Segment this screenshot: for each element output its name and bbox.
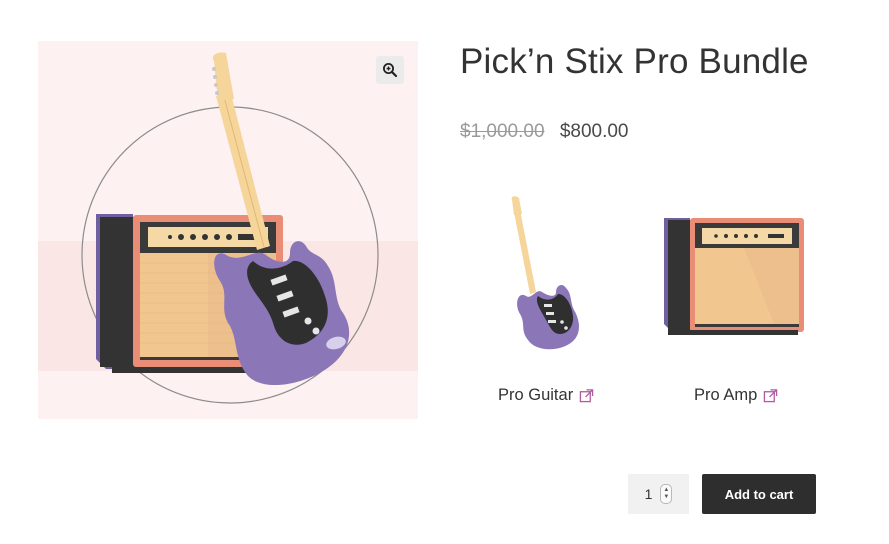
chevron-down-icon[interactable]: ▼ (663, 494, 669, 501)
quantity-spinner[interactable]: ▲ ▼ (660, 484, 673, 504)
quantity-stepper[interactable]: 1 ▲ ▼ (628, 474, 689, 514)
zoom-in-icon (383, 63, 398, 78)
bundle-item-guitar-link[interactable]: Pro Guitar (498, 386, 594, 405)
zoom-button[interactable] (376, 56, 404, 84)
add-to-cart-button[interactable]: Add to cart (702, 474, 816, 514)
bundle-item-guitar-label: Pro Guitar (498, 386, 574, 404)
quantity-value[interactable]: 1 (645, 486, 653, 502)
sale-price: $800.00 (559, 121, 629, 142)
chevron-up-icon[interactable]: ▲ (663, 487, 669, 494)
external-link-icon (579, 389, 594, 403)
bundle-item-amp-label: Pro Amp (694, 386, 758, 404)
price-block: $1,000.00 $800.00 (460, 121, 629, 143)
product-title: Pick’n Stix Pro Bundle (460, 42, 809, 81)
pro-guitar-thumbnail[interactable] (500, 196, 584, 356)
guitar-amp-illustration (81, 52, 379, 404)
product-main-image[interactable] (38, 41, 418, 419)
regular-price: $1,000.00 (460, 121, 545, 142)
external-link-icon (764, 389, 778, 403)
pro-amp-thumbnail[interactable] (664, 216, 806, 336)
bundle-item-amp-link[interactable]: Pro Amp (694, 386, 778, 405)
